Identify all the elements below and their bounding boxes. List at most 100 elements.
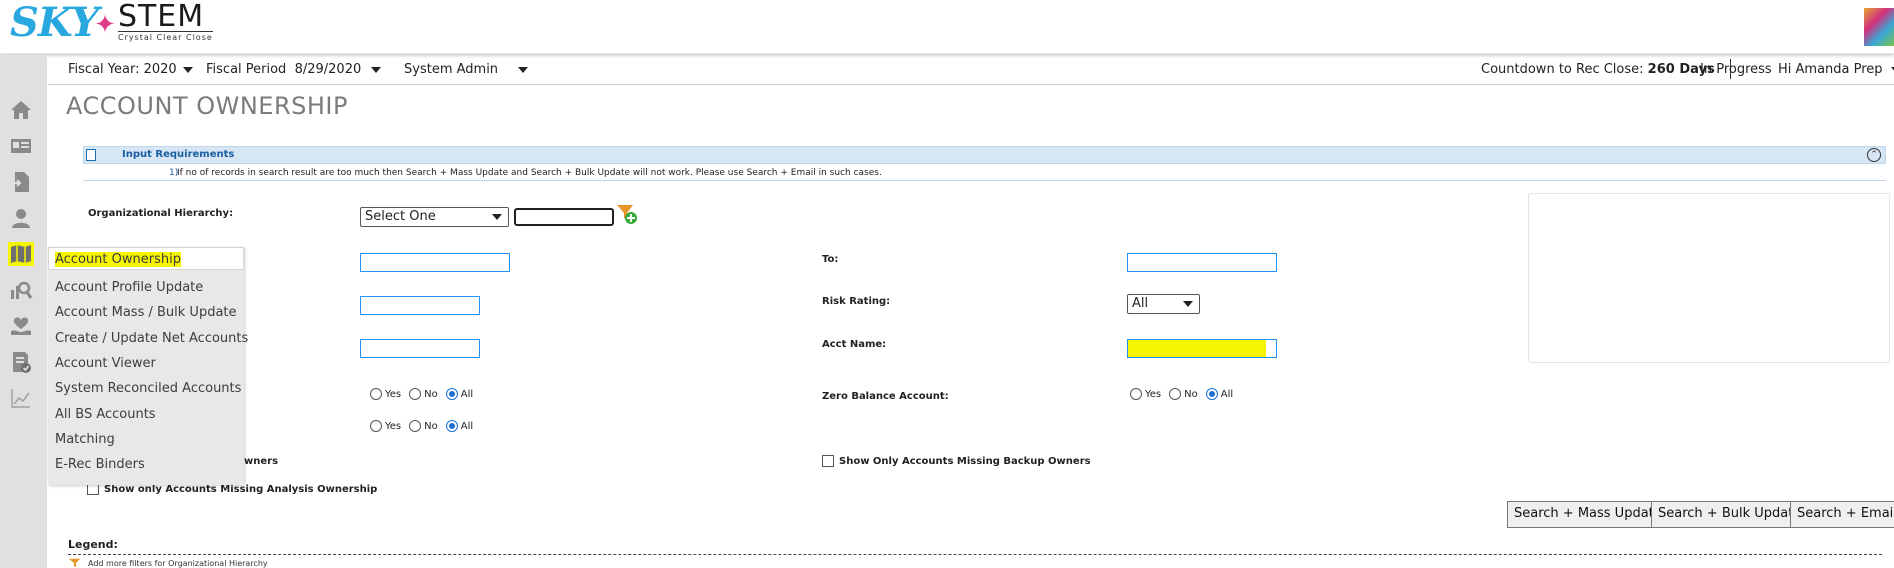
document-icon	[86, 149, 96, 161]
radio-all-label: All	[460, 388, 474, 400]
radio-all[interactable]	[1205, 388, 1218, 400]
top-bar: SKY ✦ STEM Crystal Clear Close	[0, 0, 1894, 54]
sidebar	[0, 55, 47, 568]
search-mass-update-button[interactable]: Search + Mass Update	[1507, 501, 1669, 528]
logo-sky-text: SKY	[10, 0, 99, 46]
radio-yes[interactable]	[1130, 388, 1142, 400]
skystem-logo[interactable]: SKY ✦ STEM Crystal Clear Close	[10, 0, 213, 46]
risk-rating-value: All	[1132, 296, 1149, 311]
fiscal-period-value: 8/29/2020	[294, 62, 362, 77]
to-label: To:	[822, 254, 839, 265]
from-input[interactable]	[360, 253, 510, 272]
add-filter-icon	[68, 558, 81, 568]
radio-all[interactable]	[445, 420, 458, 432]
hand-heart-icon[interactable]	[8, 314, 34, 338]
missing-owners-label: wners	[244, 456, 278, 467]
countdown: Countdown to Rec Close: 260 Days	[1481, 62, 1715, 77]
legend-item-text: Add more filters for Organizational Hier…	[88, 558, 268, 568]
radio-group-2: Yes No All	[370, 420, 478, 432]
fiscal-period-label: Fiscal Period	[206, 62, 287, 77]
radio-group-1: Yes No All	[370, 388, 478, 400]
highlight-mark	[1128, 340, 1266, 357]
legend-item: Add more filters for Organizational Hier…	[68, 558, 268, 568]
menu-item-e-rec-binders[interactable]: E-Rec Binders	[55, 457, 145, 472]
search-bulk-update-button[interactable]: Search + Bulk Update	[1651, 501, 1809, 528]
radio-no-label: No	[1184, 388, 1198, 400]
radio-yes[interactable]	[370, 388, 382, 400]
menu-item-account-mass-bulk-update[interactable]: Account Mass / Bulk Update	[55, 305, 237, 320]
search-chart-icon[interactable]	[8, 278, 34, 302]
menu-item-create-update-net-accounts[interactable]: Create / Update Net Accounts	[55, 331, 248, 346]
note-text: If no of records in search result are to…	[177, 168, 882, 178]
menu-item-label: Account Ownership	[55, 252, 181, 267]
fiscal-year-dropdown[interactable]: Fiscal Year: 2020	[68, 62, 193, 77]
org-hierarchy-label: Organizational Hierarchy:	[88, 208, 234, 219]
logo-stem-block: STEM Crystal Clear Close	[117, 0, 213, 42]
chevron-down-icon	[492, 214, 502, 220]
collapse-icon[interactable]: ⌃	[1867, 148, 1881, 162]
radio-yes[interactable]	[370, 420, 382, 432]
chevron-down-icon	[1183, 301, 1193, 307]
radio-yes-label: Yes	[385, 388, 402, 400]
org-hierarchy-input[interactable]	[514, 208, 614, 226]
to-input[interactable]	[1127, 253, 1277, 272]
logo-stem-text: STEM	[117, 0, 205, 34]
menu-item-account-profile-update[interactable]: Account Profile Update	[55, 280, 203, 295]
report-check-icon[interactable]	[8, 350, 34, 374]
user-icon[interactable]	[8, 206, 34, 230]
avatar[interactable]	[1864, 8, 1894, 46]
results-panel	[1528, 193, 1890, 363]
risk-rating-select[interactable]: All	[1127, 294, 1200, 314]
missing-analysis-label: Show only Accounts Missing Analysis Owne…	[104, 483, 378, 495]
radio-yes-label: Yes	[1145, 388, 1162, 400]
user-menu[interactable]: Hi Amanda Prep	[1778, 62, 1894, 77]
chevron-down-icon	[518, 66, 529, 73]
missing-backup-checkbox[interactable]	[822, 455, 834, 467]
add-filter-icon[interactable]	[616, 203, 638, 225]
risk-input[interactable]	[360, 296, 480, 315]
status-text: In Progress	[1700, 62, 1772, 77]
radio-no[interactable]	[1169, 388, 1182, 400]
missing-backup-row: Show Only Accounts Missing Backup Owners	[822, 455, 1091, 467]
chevron-down-icon	[371, 66, 382, 73]
legend-title: Legend:	[68, 538, 118, 551]
home-icon[interactable]	[8, 98, 34, 122]
radio-no[interactable]	[409, 388, 422, 400]
fiscal-period-dropdown[interactable]: Fiscal Period 8/29/2020	[206, 62, 382, 77]
menu-item-system-reconciled-accounts[interactable]: System Reconciled Accounts	[55, 381, 241, 396]
radio-all[interactable]	[445, 388, 458, 400]
logo-star-icon: ✦	[94, 10, 116, 40]
zero-balance-radios: Yes No All	[1130, 388, 1238, 400]
org-hierarchy-select[interactable]: Select One	[360, 207, 509, 227]
input-requirements-note: 1) If no of records in search result are…	[83, 165, 1886, 181]
radio-no[interactable]	[409, 420, 422, 432]
chevron-down-icon	[1890, 66, 1894, 73]
menu-item-account-viewer[interactable]: Account Viewer	[55, 356, 156, 371]
missing-owners-text: wners	[244, 456, 279, 467]
search-email-button[interactable]: Search + Email	[1790, 501, 1894, 528]
countdown-label: Countdown to Rec Close:	[1481, 62, 1644, 77]
role-label: System Admin	[404, 62, 499, 77]
radio-all-label: All	[1220, 388, 1234, 400]
chevron-down-icon	[182, 66, 193, 73]
menu-item-all-bs-accounts[interactable]: All BS Accounts	[55, 407, 156, 422]
risk-rating-label: Risk Rating:	[822, 296, 891, 307]
acct-name-input[interactable]	[1127, 339, 1277, 358]
map-icon[interactable]	[8, 242, 34, 266]
menu-item-account-ownership[interactable]: Account Ownership	[48, 247, 244, 270]
user-greeting: Hi Amanda Prep	[1778, 62, 1883, 77]
radio-no-label: No	[424, 420, 438, 432]
line-chart-icon[interactable]	[8, 386, 34, 410]
logo-tagline: Crystal Clear Close	[117, 31, 213, 42]
menu-item-matching[interactable]: Matching	[55, 432, 115, 447]
fiscal-year-label: Fiscal Year: 2020	[68, 62, 177, 77]
id-card-icon[interactable]	[8, 134, 34, 158]
acct-name-label: Acct Name:	[822, 339, 887, 350]
radio-no-label: No	[424, 388, 438, 400]
role-dropdown[interactable]: System Admin	[404, 62, 529, 77]
missing-backup-label: Show Only Accounts Missing Backup Owners	[839, 455, 1091, 467]
legend-divider	[68, 554, 1882, 555]
acct-number-input[interactable]	[360, 339, 480, 358]
file-import-icon[interactable]	[8, 170, 34, 194]
input-requirements-header[interactable]: Input Requirements ⌃	[83, 146, 1886, 164]
